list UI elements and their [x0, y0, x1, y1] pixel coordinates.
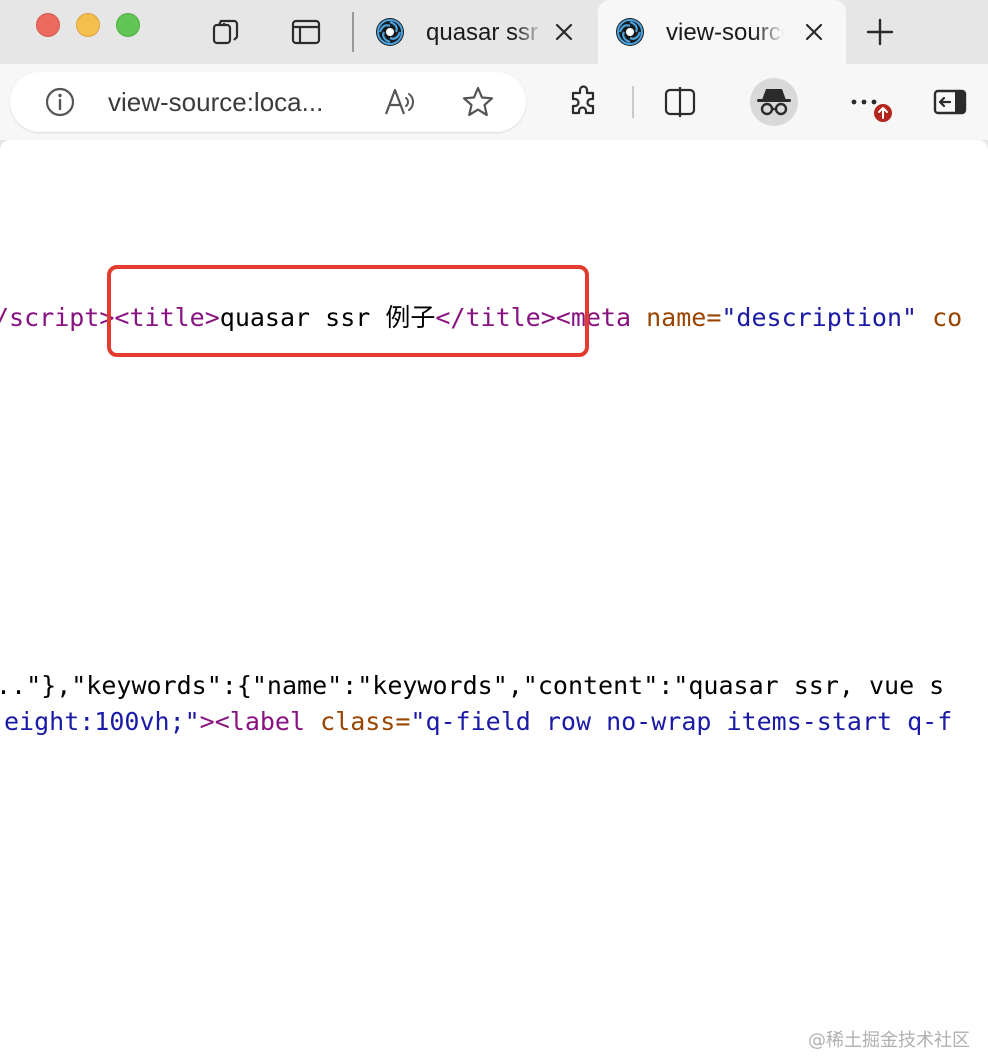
source-token-attribute: class= — [320, 707, 411, 736]
source-line-title: /script><title>quasar ssr 例子</title><met… — [0, 300, 962, 336]
source-token-tag: /script> — [0, 303, 115, 332]
source-token-value: "description" — [721, 303, 918, 332]
inprivate-avatar[interactable] — [750, 78, 798, 126]
workspaces-icon[interactable] — [210, 16, 242, 48]
source-token-tag: <meta — [555, 303, 632, 332]
source-token-text: quasar ssr 例子 — [219, 303, 436, 332]
source-token-tag: </title> — [435, 303, 556, 332]
quasar-logo-icon — [616, 18, 644, 46]
address-url[interactable]: view-source:loca... — [108, 86, 364, 118]
tab-title: quasar ssr — [426, 19, 539, 46]
source-token-tag: <title> — [114, 303, 220, 332]
watermark: @稀土掘金技术社区 — [808, 1030, 970, 1051]
tab-strip-divider — [352, 12, 354, 52]
source-line-keywords: .."},"keywords":{"name":"keywords","cont… — [0, 668, 944, 704]
source-token-attribute: name= — [646, 303, 722, 332]
quasar-logo-icon — [376, 18, 404, 46]
source-token-attribute: co — [932, 303, 963, 332]
split-screen-icon[interactable] — [662, 84, 698, 120]
source-token-value: eight:100vh;" — [4, 707, 200, 736]
source-token-value: "q-field row no-wrap items-start q-f — [410, 707, 953, 736]
update-badge — [872, 102, 894, 124]
toolbar-divider — [632, 86, 634, 118]
window-minimize-button[interactable] — [76, 13, 100, 37]
tab-view-source[interactable]: view-source — [598, 0, 846, 64]
source-token-space — [917, 303, 932, 332]
window-maximize-button[interactable] — [116, 13, 140, 37]
read-aloud-icon[interactable] — [382, 84, 418, 120]
tab-title: view-source — [666, 19, 784, 46]
extensions-puzzle-icon[interactable] — [566, 84, 602, 120]
sidebar-toggle-icon[interactable] — [932, 84, 968, 120]
inprivate-avatar-icon — [757, 89, 791, 116]
tab-quasar-ssr[interactable]: quasar ssr — [358, 0, 596, 64]
vertical-tabs-icon[interactable] — [290, 16, 322, 48]
info-icon[interactable] — [44, 86, 76, 118]
favorite-star-icon[interactable] — [460, 84, 496, 120]
source-line-label: eight:100vh;"><label class="q-field row … — [4, 704, 952, 740]
arrow-up-icon — [878, 107, 888, 119]
close-icon[interactable] — [554, 22, 574, 42]
source-token-space — [631, 303, 646, 332]
tab-strip: quasar ssr view-source — [0, 0, 988, 64]
address-bar[interactable]: view-source:loca... — [10, 72, 526, 132]
browser-toolbar: view-source:loca... — [0, 64, 988, 140]
window-close-button[interactable] — [36, 13, 60, 37]
source-token-space — [305, 707, 320, 736]
source-token-text: .."},"keywords":{"name":"keywords","cont… — [0, 671, 945, 700]
close-icon[interactable] — [804, 22, 824, 42]
source-token-tag: ><label — [199, 707, 306, 736]
view-source-content: /script><title>quasar ssr 例子</title><met… — [0, 140, 988, 1060]
plus-icon[interactable] — [864, 16, 896, 48]
